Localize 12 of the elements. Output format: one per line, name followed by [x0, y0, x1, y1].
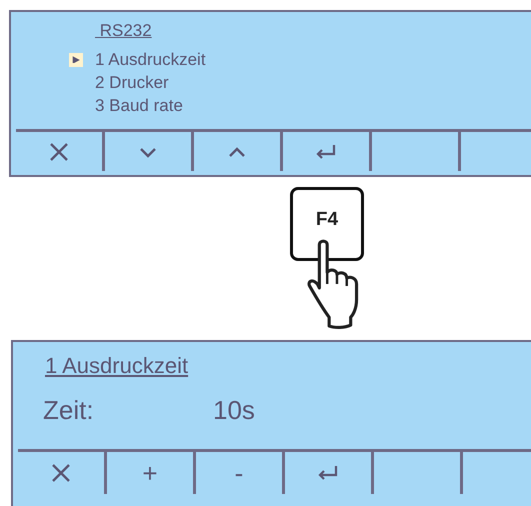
- softkey[interactable]: +: [107, 452, 196, 494]
- menu-item[interactable]: 3 Baud rate: [95, 94, 183, 117]
- menu-item[interactable]: 2 Drucker: [95, 71, 169, 94]
- function-key[interactable]: F4: [290, 187, 364, 261]
- screen-title: RS232: [98, 20, 152, 42]
- field-value: 10s: [213, 395, 255, 425]
- menu-item[interactable]: 1 Ausdruckzeit: [95, 48, 206, 71]
- softkey[interactable]: -: [196, 452, 285, 494]
- screen-title: 1 Ausdruckzeit: [45, 352, 188, 380]
- close-icon: [50, 462, 72, 484]
- close-icon: [48, 140, 70, 162]
- field-label: Zeit:: [43, 395, 95, 425]
